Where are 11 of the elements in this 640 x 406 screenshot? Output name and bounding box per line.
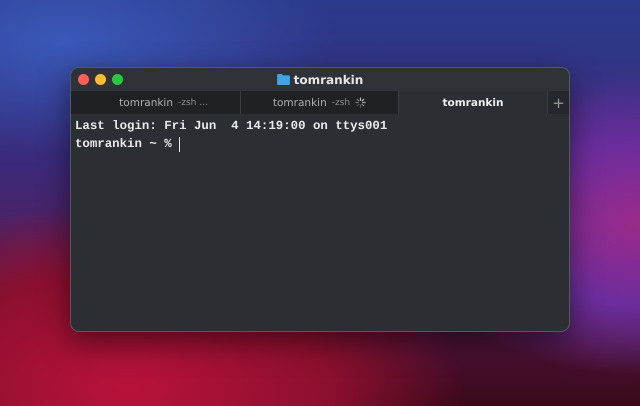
minimize-button[interactable] — [95, 74, 106, 85]
new-tab-button[interactable]: + — [548, 91, 569, 114]
tab[interactable]: tomrankin -zsh ... — [71, 91, 241, 114]
text-cursor — [178, 136, 180, 152]
tab[interactable]: tomrankin — [399, 91, 548, 114]
close-button[interactable] — [78, 74, 89, 85]
zoom-button[interactable] — [112, 74, 123, 85]
shell-prompt: tomrankin ~ % — [75, 136, 172, 153]
window-title: tomrankin — [294, 72, 364, 86]
terminal-line: Last login: Fri Jun 4 14:19:00 on ttys001 — [75, 118, 388, 135]
folder-icon — [276, 74, 290, 85]
